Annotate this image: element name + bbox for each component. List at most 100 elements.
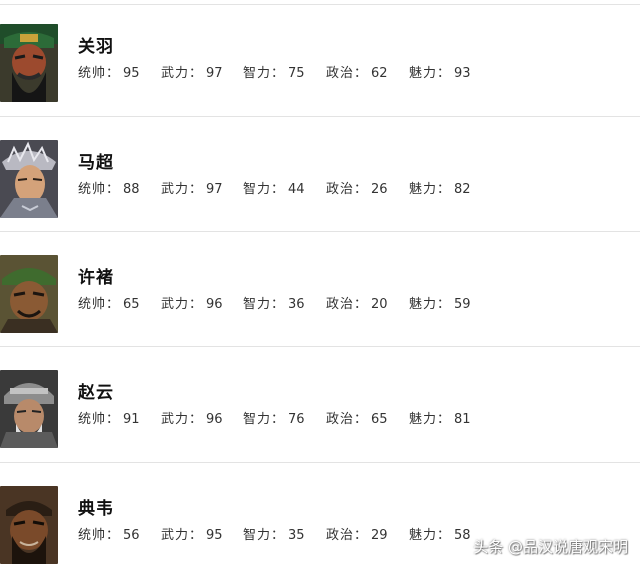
stat-label: 智力: [243, 182, 272, 197]
general-row: 许褚 统帅： 65 武力： 96 智力： 36 政治： 20 魅力： 59: [0, 231, 640, 350]
stat-separator: ：: [189, 182, 203, 197]
stat-label: 政治: [326, 412, 355, 427]
stat-separator: ：: [437, 66, 451, 81]
stat-label: 武力: [161, 297, 190, 312]
stat-item: 政治： 65: [326, 408, 388, 427]
stat-label: 武力: [161, 528, 190, 543]
stat-value: 65: [371, 412, 388, 427]
stat-label: 统帅: [78, 66, 107, 81]
stat-item: 智力： 36: [243, 293, 305, 312]
stat-item: 智力： 44: [243, 178, 305, 197]
guan-yu-portrait: [0, 24, 58, 102]
stat-item: 武力： 97: [161, 178, 223, 197]
general-list: 关羽 统帅： 95 武力： 97 智力： 75 政治： 62 魅力： 93 马超 统帅： 88 武力： 97…: [0, 0, 640, 569]
stat-value: 81: [454, 412, 471, 427]
stat-separator: ：: [189, 528, 203, 543]
stat-item: 武力： 97: [161, 62, 223, 81]
stat-item: 政治： 62: [326, 62, 388, 81]
stat-item: 统帅： 65: [78, 293, 140, 312]
stat-item: 魅力： 93: [409, 62, 471, 81]
stat-label: 政治: [326, 297, 355, 312]
stat-value: 96: [206, 297, 223, 312]
stat-separator: ：: [271, 412, 285, 427]
stat-label: 智力: [243, 412, 272, 427]
general-stats: 统帅： 95 武力： 97 智力： 75 政治： 62 魅力： 93: [78, 62, 638, 81]
general-name: 马超: [78, 153, 114, 173]
stat-separator: ：: [354, 66, 368, 81]
general-stats: 统帅： 91 武力： 96 智力： 76 政治： 65 魅力： 81: [78, 408, 638, 427]
general-stats: 统帅： 65 武力： 96 智力： 36 政治： 20 魅力： 59: [78, 293, 638, 312]
stat-value: 88: [123, 182, 140, 197]
stat-separator: ：: [106, 412, 120, 427]
general-name: 许褚: [78, 268, 114, 288]
stat-value: 29: [371, 528, 388, 543]
stat-separator: ：: [271, 528, 285, 543]
stat-item: 魅力： 59: [409, 293, 471, 312]
stat-label: 政治: [326, 182, 355, 197]
general-row: 关羽 统帅： 95 武力： 97 智力： 75 政治： 62 魅力： 93: [0, 4, 640, 119]
xu-chu-portrait: [0, 255, 58, 333]
stat-separator: ：: [106, 297, 120, 312]
stat-separator: ：: [354, 412, 368, 427]
stat-value: 97: [206, 66, 223, 81]
stat-value: 76: [288, 412, 305, 427]
stat-label: 武力: [161, 66, 190, 81]
stat-value: 65: [123, 297, 140, 312]
stat-value: 96: [206, 412, 223, 427]
stat-separator: ：: [106, 66, 120, 81]
stat-separator: ：: [189, 412, 203, 427]
stat-label: 政治: [326, 66, 355, 81]
stat-item: 智力： 76: [243, 408, 305, 427]
stat-separator: ：: [437, 182, 451, 197]
stat-item: 政治： 29: [326, 524, 388, 543]
stat-value: 75: [288, 66, 305, 81]
stat-item: 政治： 20: [326, 293, 388, 312]
stat-label: 魅力: [409, 66, 438, 81]
stat-value: 59: [454, 297, 471, 312]
stat-value: 62: [371, 66, 388, 81]
general-row: 典韦 统帅： 56 武力： 95 智力： 35 政治： 29 魅力： 58: [0, 462, 640, 581]
general-stats: 统帅： 88 武力： 97 智力： 44 政治： 26 魅力： 82: [78, 178, 638, 197]
stat-separator: ：: [354, 297, 368, 312]
stat-value: 82: [454, 182, 471, 197]
stat-label: 统帅: [78, 528, 107, 543]
stat-label: 魅力: [409, 412, 438, 427]
stat-label: 智力: [243, 297, 272, 312]
stat-label: 政治: [326, 528, 355, 543]
stat-value: 95: [206, 528, 223, 543]
stat-label: 智力: [243, 66, 272, 81]
stat-label: 武力: [161, 182, 190, 197]
stat-value: 44: [288, 182, 305, 197]
stat-label: 魅力: [409, 182, 438, 197]
stat-label: 统帅: [78, 182, 107, 197]
row-divider: [0, 4, 640, 5]
stat-item: 魅力： 58: [409, 524, 471, 543]
stat-label: 魅力: [409, 528, 438, 543]
stat-separator: ：: [271, 66, 285, 81]
stat-item: 智力： 35: [243, 524, 305, 543]
stat-separator: ：: [189, 66, 203, 81]
stat-label: 智力: [243, 528, 272, 543]
row-divider: [0, 231, 640, 232]
stat-item: 魅力： 82: [409, 178, 471, 197]
stat-value: 93: [454, 66, 471, 81]
stat-separator: ：: [437, 412, 451, 427]
stat-separator: ：: [437, 528, 451, 543]
stat-separator: ：: [354, 528, 368, 543]
general-row: 赵云 统帅： 91 武力： 96 智力： 76 政治： 65 魅力： 81: [0, 346, 640, 465]
general-row: 马超 统帅： 88 武力： 97 智力： 44 政治： 26 魅力： 82: [0, 116, 640, 235]
stat-label: 武力: [161, 412, 190, 427]
stat-label: 魅力: [409, 297, 438, 312]
watermark: 头条 @品汉说唐观宋明: [473, 538, 628, 556]
stat-value: 97: [206, 182, 223, 197]
stat-item: 武力： 96: [161, 293, 223, 312]
stat-value: 20: [371, 297, 388, 312]
stat-separator: ：: [271, 182, 285, 197]
general-name: 典韦: [78, 499, 114, 519]
row-divider: [0, 116, 640, 117]
stat-separator: ：: [106, 182, 120, 197]
stat-value: 91: [123, 412, 140, 427]
stat-separator: ：: [106, 528, 120, 543]
stat-value: 95: [123, 66, 140, 81]
stat-label: 统帅: [78, 297, 107, 312]
